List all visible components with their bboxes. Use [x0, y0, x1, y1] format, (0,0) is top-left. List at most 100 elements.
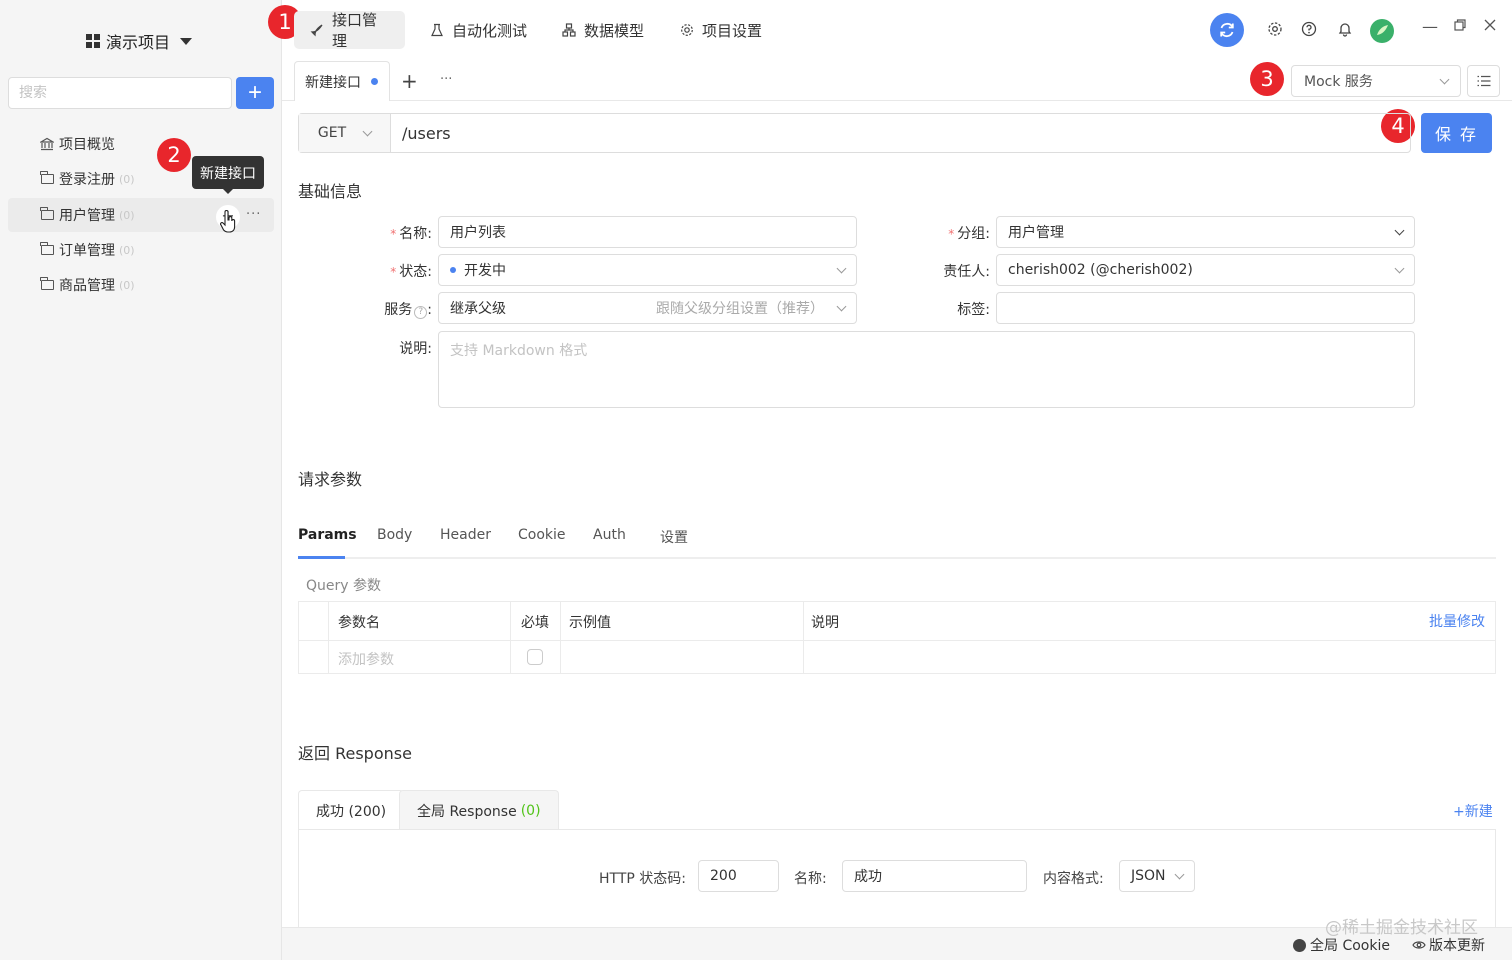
- item-count: (0): [119, 172, 135, 186]
- folder-icon: [40, 242, 54, 257]
- description-textarea[interactable]: 支持 Markdown 格式: [438, 331, 1415, 408]
- chevron-down-icon: [362, 126, 373, 136]
- content-type-select[interactable]: JSON: [1119, 860, 1195, 892]
- project-switcher[interactable]: 演示项目: [86, 29, 193, 53]
- tab-more-button[interactable]: ···: [440, 72, 452, 87]
- project-name: 演示项目: [106, 33, 171, 52]
- help-icon[interactable]: [1300, 20, 1318, 38]
- column-header-required: 必填: [521, 615, 549, 631]
- step-badge-3: 3: [1250, 62, 1284, 96]
- tab-label: 项目设置: [702, 21, 763, 40]
- grid-icon: [86, 34, 100, 48]
- section-basic-info: 基础信息: [298, 182, 363, 201]
- chevron-down-icon: [1174, 869, 1185, 879]
- more-icon[interactable]: ···: [246, 207, 261, 222]
- bell-icon[interactable]: [1336, 20, 1354, 38]
- settings-icon[interactable]: [1266, 20, 1284, 38]
- response-name-input[interactable]: 成功: [842, 860, 1027, 892]
- method-select[interactable]: GET: [299, 114, 391, 152]
- params-tabs-divider: [298, 557, 1496, 559]
- owner-select[interactable]: cherish002 (@cherish002): [996, 254, 1415, 286]
- sidebar-item-label: 登录注册: [59, 172, 115, 188]
- name-label: * 名称:: [390, 226, 432, 242]
- tab-auth[interactable]: Auth: [593, 527, 626, 543]
- group-value: 用户管理: [1008, 225, 1064, 241]
- required-checkbox[interactable]: [527, 649, 543, 665]
- chevron-down-icon: [1439, 74, 1450, 84]
- gear-icon: [680, 23, 694, 37]
- restore-icon[interactable]: [1451, 18, 1469, 36]
- item-count: (0): [119, 208, 135, 222]
- params-tab-indicator: [298, 556, 345, 559]
- unsaved-dot-icon: [371, 78, 378, 85]
- tags-input[interactable]: [996, 292, 1415, 324]
- add-param-input[interactable]: 添加参数: [338, 649, 394, 669]
- response-name-label: 名称:: [794, 871, 827, 887]
- sidebar-item-label: 用户管理: [59, 208, 115, 224]
- tab-body[interactable]: Body: [377, 527, 412, 543]
- tab-data-model[interactable]: 数据模型: [546, 11, 660, 49]
- sidebar-item-label: 项目概览: [59, 137, 115, 153]
- tab-add-button[interactable]: +: [401, 69, 418, 93]
- chevron-down-icon: [1394, 225, 1405, 235]
- tab-settings[interactable]: 设置: [660, 527, 688, 547]
- minimize-icon[interactable]: —: [1421, 18, 1439, 36]
- close-icon[interactable]: [1481, 18, 1499, 36]
- sidebar-item-products[interactable]: 商品管理 (0): [8, 268, 274, 302]
- section-request-params: 请求参数: [298, 470, 363, 489]
- add-button[interactable]: +: [236, 77, 274, 109]
- status-select[interactable]: 开发中: [438, 254, 857, 286]
- column-header-description: 说明: [811, 615, 839, 631]
- avatar[interactable]: [1370, 19, 1394, 43]
- bank-icon: [40, 137, 54, 151]
- sidebar-item-orders[interactable]: 订单管理 (0): [8, 233, 274, 267]
- service-hint: 跟随父级分组设置（推荐）: [656, 301, 824, 317]
- tab-new-interface[interactable]: 新建接口: [294, 61, 390, 101]
- column-header-param-name: 参数名: [338, 615, 380, 631]
- global-cookie-button[interactable]: 全局 Cookie: [1293, 935, 1390, 955]
- tab-label: 新建接口: [305, 74, 361, 91]
- cookie-icon: [1293, 938, 1306, 952]
- save-button[interactable]: 保 存: [1421, 113, 1492, 153]
- owner-value: cherish002 (@cherish002): [1008, 262, 1193, 278]
- service-value: 继承父级: [450, 301, 506, 317]
- tab-cookie[interactable]: Cookie: [518, 527, 566, 543]
- column-header-example: 示例值: [569, 615, 611, 631]
- search-input[interactable]: [8, 77, 232, 109]
- folder-icon: [40, 207, 54, 222]
- folder-icon: [40, 277, 54, 292]
- tab-response-global[interactable]: 全局 Response (0): [399, 790, 559, 830]
- url-input[interactable]: [391, 114, 1410, 152]
- mock-service-select[interactable]: Mock 服务: [1291, 65, 1461, 97]
- description-label: 说明:: [399, 341, 432, 357]
- status-label: * 状态:: [390, 264, 432, 280]
- group-select[interactable]: 用户管理: [996, 216, 1415, 248]
- tab-api-management[interactable]: 接口管理: [294, 11, 405, 50]
- batch-edit-link[interactable]: 批量修改: [1429, 611, 1485, 631]
- tab-params[interactable]: Params: [298, 527, 357, 543]
- new-response-link[interactable]: +新建: [1453, 801, 1493, 821]
- version-update-button[interactable]: 版本更新: [1412, 935, 1485, 955]
- tab-bar-divider: [282, 100, 1512, 101]
- list-view-button[interactable]: [1467, 65, 1500, 97]
- tab-response-success[interactable]: 成功 (200): [298, 790, 405, 830]
- tab-label: 数据模型: [584, 21, 645, 40]
- service-select[interactable]: 继承父级 跟随父级分组设置（推荐）: [438, 292, 857, 324]
- status-code-value: 200: [710, 868, 737, 884]
- sidebar-item-label: 订单管理: [59, 243, 115, 259]
- name-field[interactable]: 用户列表: [438, 216, 857, 248]
- description-placeholder: 支持 Markdown 格式: [450, 343, 588, 359]
- tab-label: 自动化测试: [452, 21, 528, 40]
- status-dot-icon: [450, 267, 456, 273]
- tab-count: (0): [520, 802, 541, 819]
- status-code-input[interactable]: 200: [698, 860, 779, 892]
- tab-project-settings[interactable]: 项目设置: [664, 11, 778, 49]
- item-count: (0): [119, 243, 135, 257]
- hand-cursor-icon: [220, 210, 236, 233]
- tab-header[interactable]: Header: [440, 527, 491, 543]
- folder-icon: [40, 171, 54, 186]
- tab-automation-test[interactable]: 自动化测试: [414, 11, 543, 49]
- service-label: 服务?:: [384, 302, 432, 319]
- sync-button[interactable]: [1210, 13, 1244, 47]
- help-circle-icon: ?: [414, 306, 428, 319]
